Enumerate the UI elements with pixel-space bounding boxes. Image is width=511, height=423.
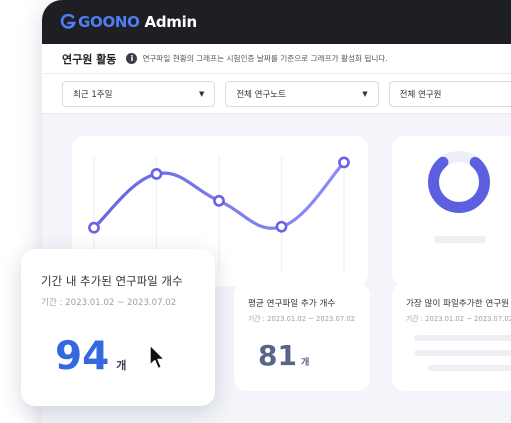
- mouse-cursor-icon: [149, 344, 166, 370]
- period-files-card[interactable]: 기간 내 추가된 연구파일 개수 기간 : 2023.01.02 ~ 2023.…: [21, 249, 215, 406]
- donut-chart-card: [392, 136, 511, 286]
- placeholder-line: [414, 350, 511, 356]
- avg-files-value: 81 개: [258, 339, 309, 372]
- filter-bar: 최근 1주일 ▼ 전체 연구노트 ▼ 전체 연구원: [42, 74, 511, 114]
- logo-suffix: Admin: [139, 13, 198, 31]
- placeholder-line: [428, 365, 511, 371]
- top-researcher-title: 가장 많이 파일추가한 연구원: [406, 299, 510, 309]
- researcher-select[interactable]: 전체 연구원: [388, 80, 511, 107]
- page-title: 연구원 활동: [62, 52, 117, 66]
- avg-files-number: 81: [258, 339, 297, 372]
- top-bar: GOONO Admin: [42, 0, 511, 44]
- chevron-down-icon: ▼: [198, 89, 205, 98]
- avg-files-period: 기간 : 2023.01.02 ~ 2023.07.02: [248, 315, 355, 323]
- app-logo[interactable]: GOONO Admin: [78, 13, 197, 31]
- period-files-title: 기간 내 추가된 연구파일 개수: [41, 274, 183, 288]
- info-text: 연구파일 현황의 그래프는 시험인증 날짜를 기준으로 그래프가 활성화 됩니다…: [142, 54, 388, 63]
- line-point: [275, 220, 288, 233]
- placeholder-line: [434, 236, 486, 243]
- info-icon: i: [126, 53, 138, 64]
- chevron-down-icon: ▼: [362, 89, 368, 98]
- placeholder-line: [414, 335, 511, 341]
- period-files-unit: 개: [116, 359, 127, 372]
- avg-files-title: 평균 연구파일 추가 개수: [248, 299, 336, 309]
- logo-brand: GOONO: [78, 13, 140, 31]
- avg-files-unit: 개: [300, 358, 310, 368]
- avg-files-card: 평균 연구파일 추가 개수 기간 : 2023.01.02 ~ 2023.07.…: [234, 283, 370, 391]
- period-select[interactable]: 최근 1주일 ▼: [62, 80, 216, 107]
- period-files-number: 94: [55, 334, 110, 379]
- stage: GOONO Admin 연구원 활동 i 연구파일 현황의 그래프는 시험인증 …: [0, 0, 511, 423]
- researcher-select-value: 전체 연구원: [399, 89, 442, 100]
- donut-arc: [428, 151, 490, 213]
- top-researcher-card: 가장 많이 파일추가한 연구원 기간 : 2023.01.02 ~ 2023.0…: [392, 283, 511, 391]
- note-select-value: 전체 연구노트: [236, 89, 286, 100]
- line-point: [150, 168, 163, 180]
- period-files-period: 기간 : 2023.01.02 ~ 2023.07.02: [41, 298, 177, 308]
- goono-logo-icon: [60, 14, 76, 29]
- line-point: [213, 194, 225, 207]
- note-select[interactable]: 전체 연구노트 ▼: [225, 80, 379, 107]
- donut-chart: [428, 151, 490, 213]
- period-select-value: 최근 1주일: [73, 89, 113, 100]
- period-files-value: 94 개: [55, 334, 126, 379]
- page-header: 연구원 활동 i 연구파일 현황의 그래프는 시험인증 날짜를 기준으로 그래프…: [42, 44, 511, 74]
- top-researcher-period: 기간 : 2023.01.02 ~ 2023.07.02: [406, 315, 511, 323]
- line-point: [338, 156, 350, 169]
- line-point: [88, 221, 100, 234]
